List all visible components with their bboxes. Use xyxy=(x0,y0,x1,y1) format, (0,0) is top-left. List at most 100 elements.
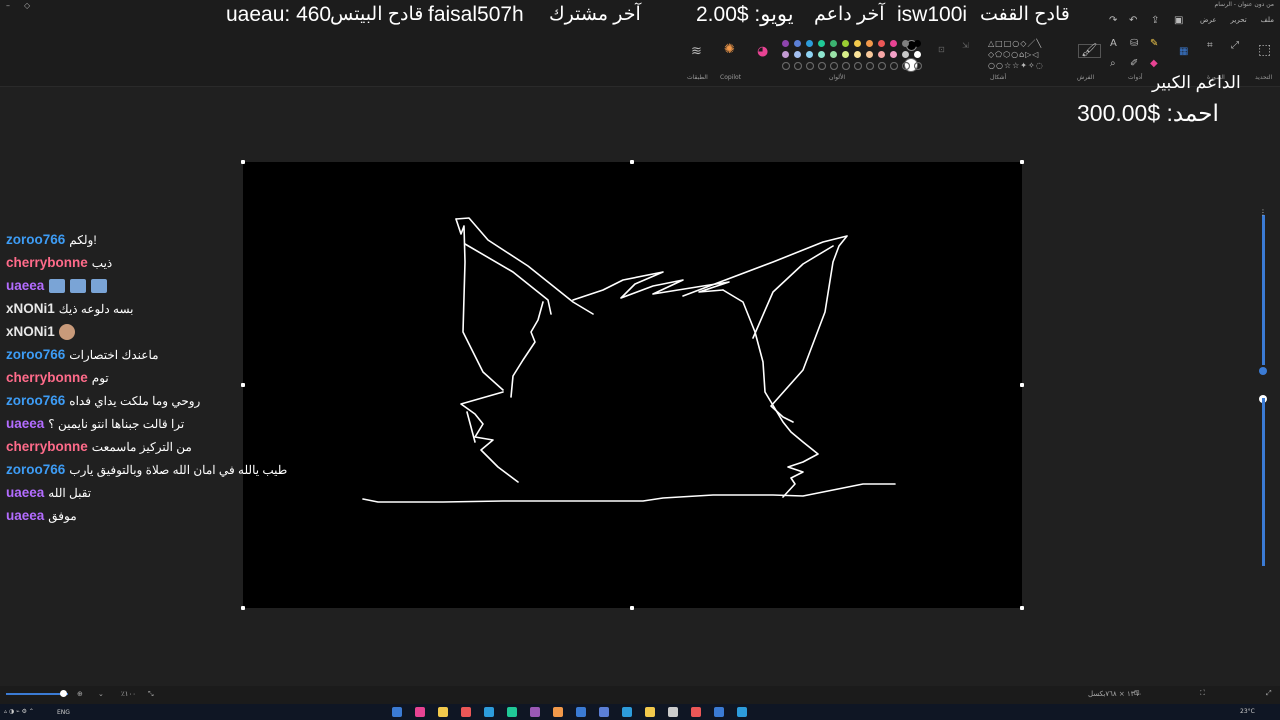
taskbar-app-icon[interactable] xyxy=(691,707,701,717)
brush-icon[interactable]: 🖌 xyxy=(1078,44,1101,58)
chat-username[interactable]: zoroo766 xyxy=(6,393,65,408)
edit-colors-icon[interactable]: ◕ xyxy=(757,45,768,58)
chat-username[interactable]: zoroo766 xyxy=(6,462,65,477)
fullscreen-icon[interactable]: ⛶ xyxy=(1200,689,1205,698)
layers-icon[interactable]: ≋ xyxy=(691,45,702,58)
palette-swatch[interactable] xyxy=(794,51,801,58)
palette-swatch[interactable] xyxy=(878,51,885,58)
taskbar-app-icon[interactable] xyxy=(530,707,540,717)
palette-swatch[interactable] xyxy=(854,51,861,58)
tray-icons[interactable]: ▵ ◑ ⌁ ⚙ ⌃ xyxy=(4,708,34,715)
share-icon[interactable]: ⇪ xyxy=(1151,15,1159,27)
palette-swatch[interactable] xyxy=(794,40,801,47)
palette-empty-slot[interactable] xyxy=(818,62,826,70)
taskbar-app-icon[interactable] xyxy=(484,707,494,717)
taskbar-app-icon[interactable] xyxy=(438,707,448,717)
slider-thumb-1[interactable] xyxy=(1259,367,1267,375)
resize-handle-bc[interactable] xyxy=(630,606,634,610)
zoom-slider-thumb[interactable] xyxy=(60,690,67,697)
taskbar-app-icon[interactable] xyxy=(392,707,402,717)
taskbar-app-icon[interactable] xyxy=(553,707,563,717)
undo-icon[interactable]: ↶ xyxy=(1129,15,1137,27)
crop-icon[interactable]: ⌗ xyxy=(1207,40,1213,52)
taskbar-app-icon[interactable] xyxy=(622,707,632,717)
palette-swatch[interactable] xyxy=(806,51,813,58)
chat-username[interactable]: cherrybonne xyxy=(6,370,88,385)
palette-empty-slot[interactable] xyxy=(914,62,922,70)
restore-icon[interactable]: ◇ xyxy=(24,2,32,10)
chat-username[interactable]: zoroo766 xyxy=(6,232,65,247)
palette-empty-slot[interactable] xyxy=(830,62,838,70)
taskbar-app-icon[interactable] xyxy=(415,707,425,717)
palette-empty-slot[interactable] xyxy=(890,62,898,70)
resize-handle-tr[interactable] xyxy=(1020,160,1024,164)
menu-view[interactable]: عرض xyxy=(1200,16,1217,24)
fit-icon[interactable]: ⤢ xyxy=(1266,689,1272,698)
palette-swatch[interactable] xyxy=(782,51,789,58)
pencil-icon[interactable]: ✎ xyxy=(1150,38,1158,50)
magnifier-icon[interactable]: ⌕ xyxy=(1110,58,1116,70)
palette-swatch[interactable] xyxy=(866,40,873,47)
drawing-canvas[interactable] xyxy=(241,160,1024,610)
taskbar-app-icon[interactable] xyxy=(737,707,747,717)
chat-username[interactable]: xNONi1 xyxy=(6,301,55,316)
palette-swatch[interactable] xyxy=(914,40,921,47)
taskbar-app-icon[interactable] xyxy=(576,707,586,717)
zoom-slider[interactable] xyxy=(6,693,68,695)
text-icon[interactable]: A xyxy=(1110,38,1117,50)
resize-handle-mr[interactable] xyxy=(1020,383,1024,387)
chat-username[interactable]: uaeea xyxy=(6,508,44,523)
palette-swatch[interactable] xyxy=(782,40,789,47)
brush-size-slider[interactable] xyxy=(1262,398,1265,566)
palette-swatch[interactable] xyxy=(854,40,861,47)
select-tool-icon[interactable]: ⬚ xyxy=(1258,43,1271,57)
palette-empty-slot[interactable] xyxy=(878,62,886,70)
palette-swatch[interactable] xyxy=(890,40,897,47)
taskbar-app-icon[interactable] xyxy=(461,707,471,717)
weather-temperature[interactable]: 23°C xyxy=(1240,708,1255,715)
taskbar-app-icon[interactable] xyxy=(645,707,655,717)
fit-window-icon[interactable]: ⤡ xyxy=(148,690,154,699)
eraser-icon[interactable]: ◆ xyxy=(1150,58,1158,70)
zoom-dropdown-icon[interactable]: ⌄ xyxy=(98,690,104,698)
menu-file[interactable]: ملف xyxy=(1261,16,1274,24)
outline-icon[interactable]: ⊡ xyxy=(938,44,945,56)
taskbar-app-icon[interactable] xyxy=(714,707,724,717)
taskbar-app-icon[interactable] xyxy=(599,707,609,717)
palette-swatch[interactable] xyxy=(806,40,813,47)
palette-swatch[interactable] xyxy=(842,40,849,47)
palette-swatch[interactable] xyxy=(842,51,849,58)
palette-empty-slot[interactable] xyxy=(902,62,910,70)
shapes-row-3-icon[interactable]: ○○☆☆✦✧◌ xyxy=(988,60,1044,72)
zoom-in-icon[interactable]: ⊕ xyxy=(77,690,83,698)
resize-handle-tl[interactable] xyxy=(241,160,245,164)
palette-swatch[interactable] xyxy=(902,40,909,47)
palette-swatch[interactable] xyxy=(830,40,837,47)
fill-icon[interactable]: ⛁ xyxy=(1130,38,1138,50)
chat-username[interactable]: uaeea xyxy=(6,485,44,500)
resize-handle-br[interactable] xyxy=(1020,606,1024,610)
color-picker-icon[interactable]: ✐ xyxy=(1130,58,1138,70)
palette-empty-slot[interactable] xyxy=(854,62,862,70)
taskbar-app-icon[interactable] xyxy=(668,707,678,717)
palette-empty-slot[interactable] xyxy=(782,62,790,70)
palette-empty-slot[interactable] xyxy=(794,62,802,70)
redo-icon[interactable]: ↷ xyxy=(1109,15,1117,27)
image-tool-icon[interactable]: ▦ xyxy=(1179,46,1188,58)
palette-swatch[interactable] xyxy=(878,40,885,47)
language-indicator[interactable]: ENG xyxy=(57,709,70,716)
scroll-up-icon[interactable]: ⋮ xyxy=(1259,207,1267,219)
palette-swatch[interactable] xyxy=(890,51,897,58)
palette-empty-slot[interactable] xyxy=(842,62,850,70)
fill-shape-icon[interactable]: ⇲ xyxy=(962,40,969,52)
palette-swatch[interactable] xyxy=(902,51,909,58)
chat-username[interactable]: cherrybonne xyxy=(6,255,88,270)
palette-swatch[interactable] xyxy=(818,40,825,47)
minimize-icon[interactable]: – xyxy=(6,2,14,10)
chat-username[interactable]: uaeea xyxy=(6,416,44,431)
copilot-icon[interactable]: ✺ xyxy=(724,43,735,56)
palette-empty-slot[interactable] xyxy=(806,62,814,70)
palette-swatch[interactable] xyxy=(914,51,921,58)
chat-username[interactable]: cherrybonne xyxy=(6,439,88,454)
chat-username[interactable]: xNONi1 xyxy=(6,324,55,339)
